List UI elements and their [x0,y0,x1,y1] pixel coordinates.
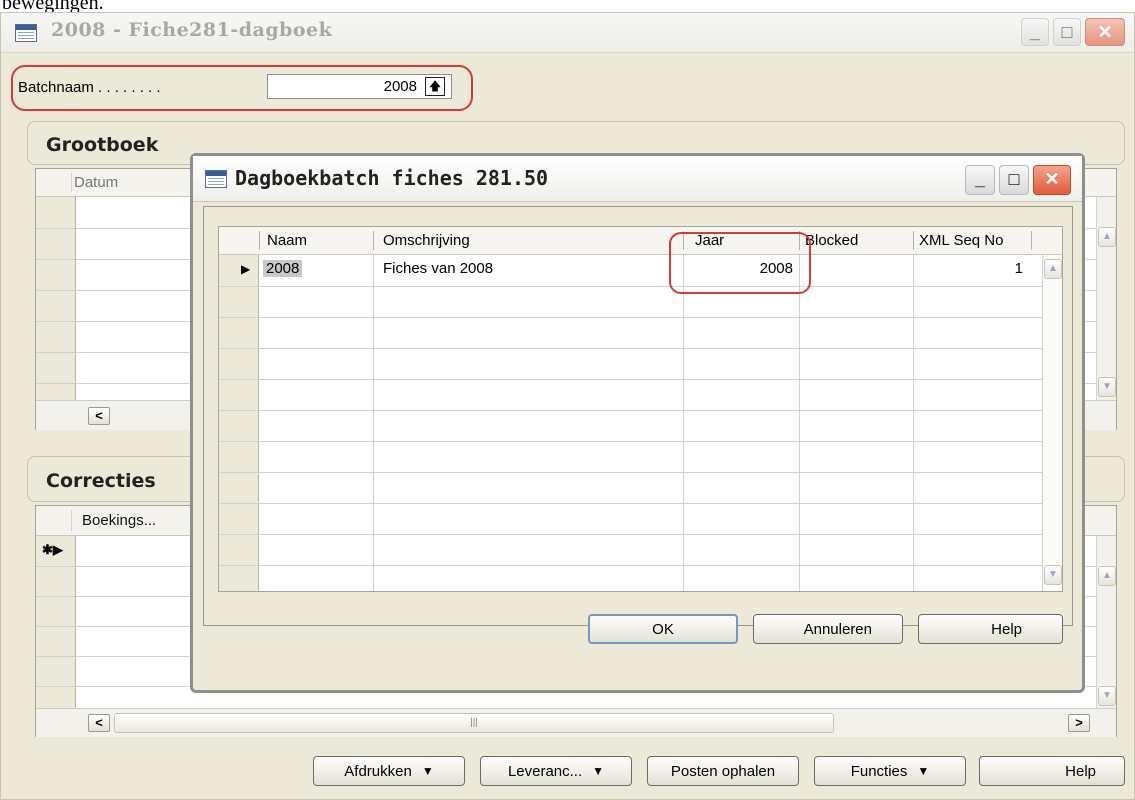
dialog-help-button[interactable]: Help [918,614,1063,644]
chevron-down-icon: ▼ [917,764,930,778]
afdrukken-button[interactable]: Afdrukken ▼ [313,756,465,786]
dagboekbatch-dialog: Dagboekbatch fiches 281.50 _ □ ✕ Naam Om… [190,153,1085,693]
column-header-boekings[interactable]: Boekings... [82,512,156,529]
column-header-omschrijving[interactable]: Omschrijving [383,232,470,249]
main-window-title: 2008 - Fiche281-dagboek [51,19,333,41]
scroll-up-icon[interactable]: ▲ [1098,566,1116,586]
dialog-title: Dagboekbatch fiches 281.50 [235,166,549,190]
batch-label: Batchnaam . . . . . . . . [18,79,161,96]
dialog-minimize-button[interactable]: _ [965,165,995,195]
correcties-horizontal-scrollbar[interactable]: < ||| > [36,708,1116,737]
correcties-title: Correcties [46,470,156,492]
grootboek-vertical-scrollbar[interactable]: ▲ ▼ [1096,197,1116,400]
maximize-button[interactable]: □ [1053,18,1081,46]
grootboek-title: Grootboek [46,134,159,156]
scroll-thumb[interactable]: ||| [114,713,834,733]
dialog-maximize-button[interactable]: □ [999,165,1029,195]
table-row[interactable]: ▶ 2008 Fiches van 2008 2008 1 [219,255,1041,286]
close-icon: ✕ [1097,22,1113,42]
ok-button[interactable]: OK [588,614,738,644]
scroll-right-icon[interactable]: > [1068,714,1090,732]
chevron-down-icon: ▼ [592,764,605,778]
dialog-title-bar[interactable]: Dagboekbatch fiches 281.50 _ □ ✕ [193,156,1082,202]
row-selector-column [219,255,259,591]
column-header-xml-seq-no[interactable]: XML Seq No [919,232,1004,249]
scroll-left-icon[interactable]: < [88,407,110,425]
batch-input[interactable]: 2008 🡅 [267,74,452,99]
maximize-icon: □ [1061,22,1073,42]
correcties-vertical-scrollbar[interactable]: ▲ ▼ [1096,536,1116,708]
main-title-bar[interactable]: 2008 - Fiche281-dagboek _ □ ✕ [1,13,1134,53]
batch-list-header: Naam Omschrijving Jaar Blocked XML Seq N… [219,227,1062,255]
close-icon: ✕ [1044,169,1060,189]
functies-button[interactable]: Functies ▼ [814,756,966,786]
batch-list-grid[interactable]: Naam Omschrijving Jaar Blocked XML Seq N… [218,226,1063,592]
leveranc-button[interactable]: Leveranc... ▼ [480,756,632,786]
lookup-arrow-icon[interactable]: 🡅 [425,77,445,96]
scroll-up-icon[interactable]: ▲ [1044,259,1062,279]
minimize-icon: _ [1029,22,1040,42]
form-icon [15,24,37,42]
new-row-marker-icon: ✱▶ [42,542,63,557]
annuleren-button[interactable]: Annuleren [753,614,903,644]
scroll-down-icon[interactable]: ▼ [1044,565,1062,585]
cell-omschrijving[interactable]: Fiches van 2008 [383,260,493,277]
scroll-down-icon[interactable]: ▼ [1098,377,1116,397]
row-selector-column [36,536,76,708]
scroll-up-icon[interactable]: ▲ [1098,227,1116,247]
posten-ophalen-button[interactable]: Posten ophalen [647,756,799,786]
minimize-button[interactable]: _ [1021,18,1049,46]
column-header-datum[interactable]: Datum [74,174,118,191]
dialog-vertical-scrollbar[interactable]: ▲ ▼ [1042,255,1062,591]
maximize-icon: □ [1008,169,1020,189]
minimize-icon: _ [974,169,985,189]
cell-xml-seq-no[interactable]: 1 [919,260,1023,277]
help-button[interactable]: Help [979,756,1125,786]
row-pointer-icon: ▶ [241,262,251,276]
dialog-close-button[interactable]: ✕ [1033,165,1071,195]
scroll-left-icon[interactable]: < [88,714,110,732]
chevron-down-icon: ▼ [421,764,434,778]
jaar-highlight-oval [669,232,811,294]
close-button[interactable]: ✕ [1085,18,1125,46]
column-header-blocked[interactable]: Blocked [805,232,858,249]
scroll-down-icon[interactable]: ▼ [1098,686,1116,706]
cell-naam[interactable]: 2008 [263,260,303,277]
batch-value: 2008 [383,78,417,95]
form-icon [205,170,227,188]
column-header-naam[interactable]: Naam [267,232,307,249]
